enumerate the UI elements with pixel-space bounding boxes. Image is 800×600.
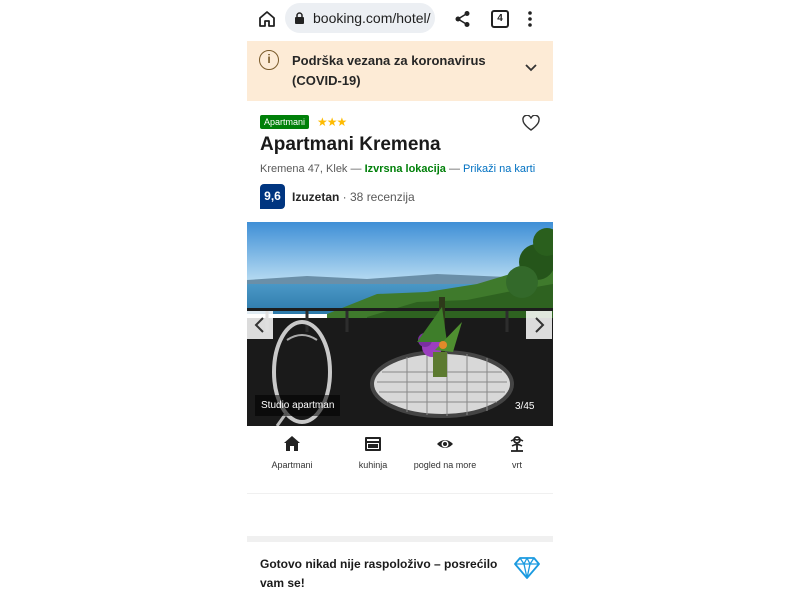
home-icon [284,436,300,451]
heart-icon[interactable] [522,115,540,132]
address-text: Kremena 47, Klek [260,163,348,175]
facility-label: pogled na more [413,460,477,470]
url-text: booking.com/hotel/ [313,10,431,26]
previous-photo-button[interactable] [247,311,273,339]
section-divider [247,493,553,494]
mobile-browser-viewport: booking.com/hotel/ 4 i Podrška vezana za… [247,0,553,600]
home-icon[interactable] [257,9,277,29]
kitchen-icon [365,437,381,451]
property-title: Apartmani Kremena [260,134,441,155]
review-score-badge: 9,6 [260,184,285,209]
facility-apartments: Apartmani [254,432,330,472]
facility-garden: vrt [479,432,553,472]
chevron-down-icon[interactable] [524,63,538,73]
facility-label: Apartmani [271,460,313,470]
facility-label: vrt [512,460,522,470]
covid-support-banner[interactable]: i Podrška vezana za koronavirus (COVID-1… [247,41,553,101]
chevron-right-icon [535,317,545,333]
lock-icon [295,12,304,24]
section-divider [247,536,553,542]
availability-promo-text: Gotovo nikad nije raspoloživo – posrećil… [260,557,498,590]
covid-banner-text: Podrška vezana za koronavirus (COVID-19) [292,53,486,88]
info-icon: i [259,50,279,70]
photo-caption: Studio apartman [255,395,341,416]
address-bar[interactable]: booking.com/hotel/ [285,3,435,33]
share-icon[interactable] [454,10,472,28]
property-type-badge: Apartmani [260,115,310,129]
facility-sea-view: pogled na more [407,432,483,472]
facility-kitchen: kuhinja [335,432,411,472]
browser-toolbar: booking.com/hotel/ 4 [247,0,553,38]
photo-counter: 3/45 [515,401,535,412]
facility-label: kuhinja [358,460,388,470]
location-rating-label: Izvrsna lokacija [364,163,446,175]
tabs-icon[interactable]: 4 [491,10,509,28]
score-word: Izuzetan [292,190,340,204]
star-rating: ★★★ [317,115,347,129]
garden-icon [510,436,524,452]
review-count: · 38 recenzija [339,190,415,204]
diamond-icon [514,557,540,579]
review-summary[interactable]: Izuzetan · 38 recenzija [292,190,415,204]
eye-icon [437,440,453,448]
chevron-left-icon [254,317,264,333]
next-photo-button[interactable] [526,311,552,339]
show-on-map-link[interactable]: Prikaži na karti [463,163,535,175]
kebab-menu-icon[interactable] [525,9,535,29]
address-line: Kremena 47, Klek — Izvrsna lokacija — Pr… [260,163,536,175]
